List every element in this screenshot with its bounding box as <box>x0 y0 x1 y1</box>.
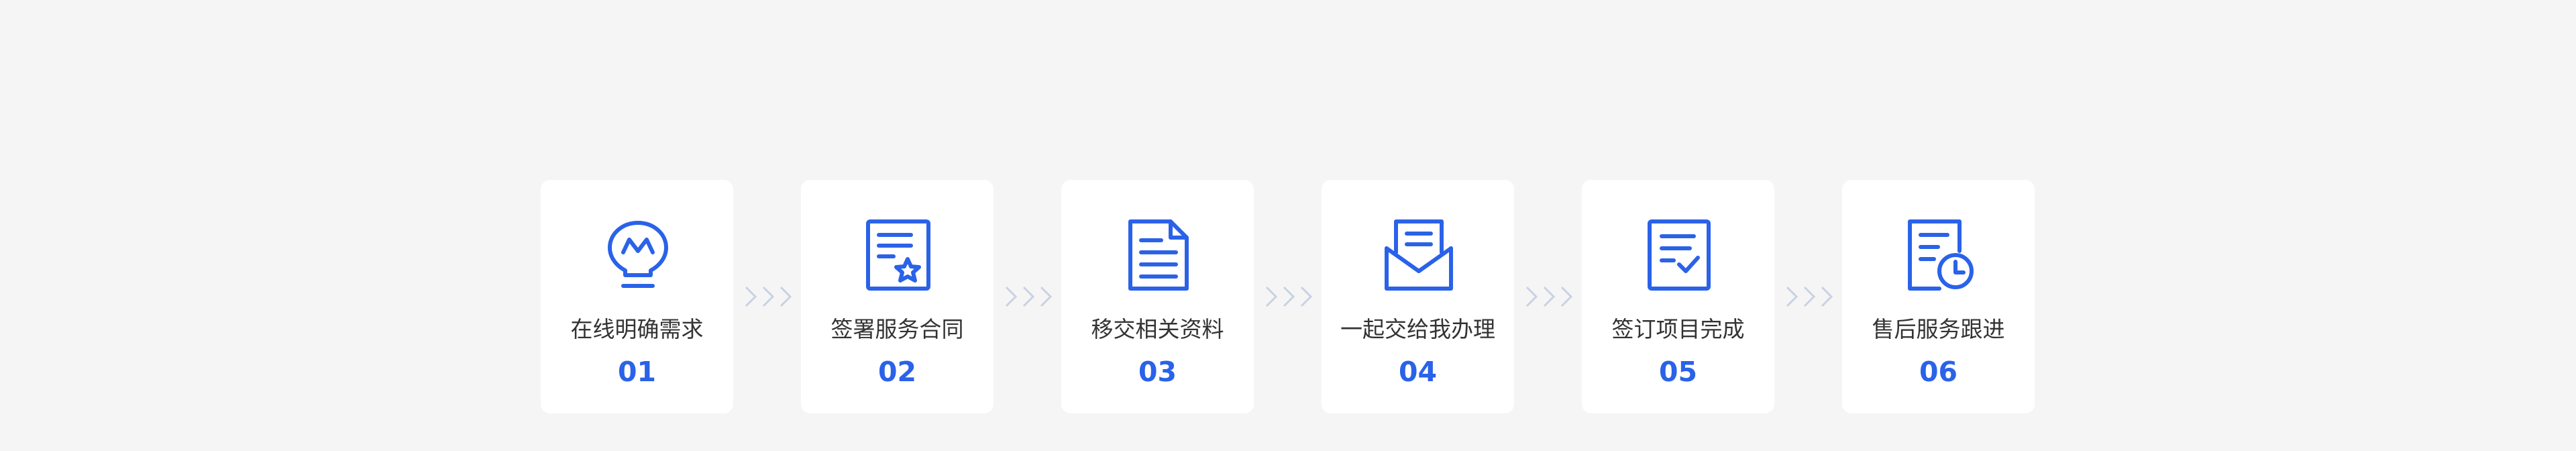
step-number: 01 <box>617 356 657 388</box>
step-card-5: 签订项目完成 05 <box>1582 180 1774 413</box>
step-arrows-icon <box>1004 285 1056 309</box>
step-card-4: 一起交给我办理 04 <box>1322 180 1514 413</box>
step-label: 签署服务合同 <box>830 316 964 342</box>
open-envelope-icon <box>1384 217 1454 293</box>
step-number: 06 <box>1919 356 1958 388</box>
step-arrows-icon <box>1784 285 1837 309</box>
step-label: 签订项目完成 <box>1611 316 1745 342</box>
step-card-2: 签署服务合同 02 <box>801 180 994 413</box>
step-arrows-icon <box>1264 285 1316 309</box>
step-number: 05 <box>1658 356 1698 388</box>
step-arrows-icon <box>1524 285 1576 309</box>
lightbulb-icon <box>603 217 673 293</box>
step-arrows-icon <box>743 285 796 309</box>
document-icon <box>1124 217 1193 293</box>
step-label: 在线明确需求 <box>570 316 704 342</box>
step-label: 一起交给我办理 <box>1340 316 1495 342</box>
document-check-icon <box>1644 217 1714 293</box>
step-card-3: 移交相关资料 03 <box>1061 180 1254 413</box>
step-number: 03 <box>1138 356 1177 388</box>
step-label: 移交相关资料 <box>1091 316 1224 342</box>
contract-star-icon <box>863 217 933 293</box>
step-card-1: 在线明确需求 01 <box>541 180 733 413</box>
step-card-6: 售后服务跟进 06 <box>1842 180 2035 413</box>
document-clock-icon <box>1904 217 1974 293</box>
step-number: 04 <box>1398 356 1438 388</box>
process-steps: 在线明确需求 01 签署服务合同 02 移交相关资料 03 一起交给我办理 04… <box>0 0 2576 451</box>
step-label: 售后服务跟进 <box>1872 316 2005 342</box>
step-number: 02 <box>877 356 917 388</box>
